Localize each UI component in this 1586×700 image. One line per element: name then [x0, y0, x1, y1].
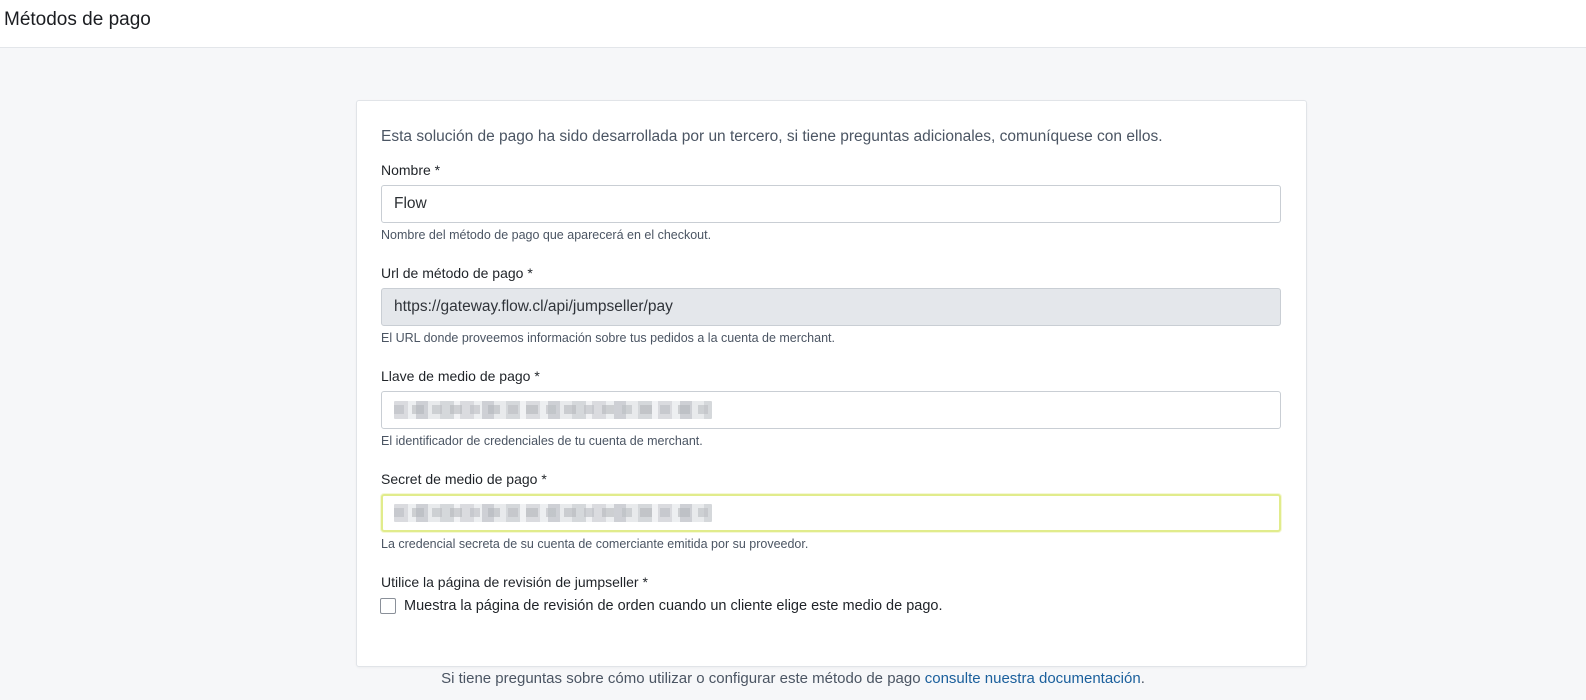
secret-input[interactable] — [381, 494, 1281, 532]
payment-method-form-card: Esta solución de pago ha sido desarrolla… — [356, 100, 1307, 667]
url-label: Url de método de pago * — [381, 265, 533, 281]
secret-hint: La credencial secreta de su cuenta de co… — [381, 537, 809, 551]
documentation-link[interactable]: consulte nuestra documentación — [925, 670, 1141, 687]
review-page-label: Utilice la página de revisión de jumpsel… — [381, 574, 648, 590]
url-hint: El URL donde proveemos información sobre… — [381, 331, 835, 345]
url-input[interactable] — [381, 288, 1281, 326]
blurred-value — [394, 504, 712, 522]
top-bar: Métodos de pago — [0, 0, 1586, 48]
page-title: Métodos de pago — [4, 9, 151, 30]
third-party-intro-text: Esta solución de pago ha sido desarrolla… — [381, 128, 1163, 145]
review-page-checkbox[interactable] — [380, 598, 396, 614]
key-input[interactable] — [381, 391, 1281, 429]
review-page-option[interactable]: Muestra la página de revisión de orden c… — [380, 597, 942, 615]
name-hint: Nombre del método de pago que aparecerá … — [381, 228, 712, 242]
name-input[interactable] — [381, 185, 1281, 223]
blurred-value — [394, 401, 712, 419]
secret-label: Secret de medio de pago * — [381, 471, 547, 487]
name-label: Nombre * — [381, 162, 441, 178]
key-hint: El identificador de credenciales de tu c… — [381, 434, 703, 448]
documentation-note-text: Si tiene preguntas sobre cómo utilizar o… — [441, 670, 925, 687]
key-label: Llave de medio de pago * — [381, 368, 540, 384]
review-page-checkbox-label: Muestra la página de revisión de orden c… — [404, 598, 943, 614]
documentation-note: Si tiene preguntas sobre cómo utilizar o… — [0, 669, 1586, 689]
documentation-note-suffix: . — [1140, 670, 1145, 687]
